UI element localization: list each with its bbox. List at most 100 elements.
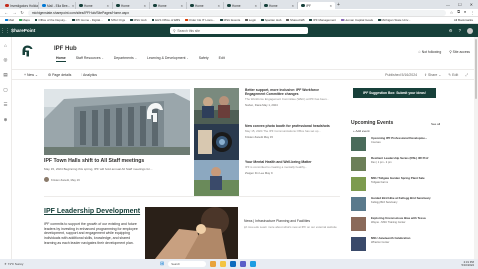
hero-item-title[interactable]: Your Mental Health and Well-being Matter — [245, 160, 340, 164]
site-nav-item[interactable]: Learning & Development⌄ — [147, 56, 189, 62]
hero-item[interactable]: Your Mental Health and Well-being Matter… — [194, 160, 340, 196]
browser-tab[interactable]: Home ✕ — [150, 2, 187, 9]
menu-icon[interactable]: ⋮ — [470, 10, 474, 15]
event-item[interactable]: Guided Bird Hike at Kellogg Bird Sanctua… — [351, 197, 444, 212]
bookmark-item[interactable]: Shared EB — [286, 18, 304, 22]
bookmark-item[interactable]: IPF Management — [309, 18, 336, 22]
event-item[interactable]: Upcoming IPF Professional Developme... Co… — [351, 137, 444, 152]
browser-tab[interactable]: Home ✕ — [224, 2, 261, 9]
browser-tab[interactable]: Home ✕ — [76, 2, 113, 9]
all-bookmarks[interactable]: All Bookmarks — [454, 18, 473, 22]
teams-app-icon[interactable] — [240, 260, 247, 267]
follow-button[interactable]: ☆ Not following — [418, 50, 441, 54]
hero-item-title[interactable]: New convex photo booth for professional … — [245, 124, 340, 128]
browser-tab[interactable]: Home ✕ — [187, 2, 224, 9]
site-nav-item[interactable]: Departments⌄ — [114, 56, 137, 62]
expand-icon[interactable]: ⤢ — [465, 73, 468, 77]
hero-item[interactable]: New convex photo booth for professional … — [194, 124, 340, 160]
tab-close-icon[interactable]: ✕ — [143, 4, 146, 8]
event-item[interactable]: Exploring Unconscious Bias with Tessa Way… — [351, 217, 444, 232]
news-link-title[interactable]: News | Infrastructure Planning and Facil… — [244, 219, 340, 223]
site-access-button[interactable]: ⚲ Site access — [449, 50, 470, 54]
add-icon[interactable]: ⊕ — [4, 117, 8, 123]
start-icon[interactable]: ⊞ — [160, 261, 164, 267]
add-event-button[interactable]: + Add event — [353, 129, 369, 133]
browser-tab[interactable]: IPF ✕ — [298, 2, 335, 9]
tab-close-icon[interactable]: ✕ — [329, 4, 332, 8]
page-details-button[interactable]: ⚙ Page details — [48, 73, 71, 77]
bookmark-item[interactable]: MSU Events — [220, 18, 240, 22]
home-icon[interactable]: ⌂ — [4, 43, 7, 48]
tab-close-icon[interactable]: ✕ — [291, 4, 294, 8]
help-icon[interactable]: ? — [459, 28, 461, 33]
site-title[interactable]: IPF Hub — [54, 46, 77, 52]
site-nav-item[interactable]: Edit — [219, 56, 225, 62]
leadership-title[interactable]: IPF Leadership Development — [44, 208, 140, 215]
site-nav-item[interactable]: Home — [56, 56, 66, 62]
analytics-button[interactable]: ⫶ Analytics — [81, 73, 97, 77]
suggestion-box-button[interactable]: IPF Suggestion Box: Submit your ideas! — [353, 88, 436, 98]
reload-icon[interactable]: ↻ — [20, 10, 24, 15]
hero-item[interactable]: Better support, more inclusive: IPF Work… — [194, 88, 340, 124]
bookmark-item[interactable]: MSU Orgs — [107, 18, 125, 22]
tab-close-icon[interactable]: ✕ — [180, 4, 183, 8]
back-icon[interactable]: ← — [4, 10, 8, 15]
hero-main-image[interactable] — [44, 89, 190, 155]
new-button[interactable]: + New ⌄ — [24, 73, 38, 77]
bookmark-item[interactable]: Human Capital Goals — [341, 18, 373, 22]
bookmark-item[interactable]: Michigan State Univ... — [378, 18, 410, 22]
edit-button[interactable]: ✎ Edit — [448, 73, 458, 77]
events-see-all-link[interactable]: See all — [431, 122, 440, 126]
site-nav-item[interactable]: Staff Resources⌄ — [76, 56, 104, 62]
files-icon[interactable]: ▢ — [3, 87, 7, 93]
browser-tab[interactable]: Mail - Ella Bee... ✕ — [39, 2, 76, 9]
browser-tab[interactable]: Home ✕ — [113, 2, 150, 9]
hero-item-title[interactable]: Better support, more inclusive: IPF Work… — [245, 88, 340, 97]
event-item[interactable]: Resilient Leadership Series (RSL) IIR Pr… — [351, 157, 444, 172]
settings-icon[interactable]: ⚙ — [449, 28, 453, 33]
lists-icon[interactable]: ☰ — [3, 102, 7, 108]
app-name[interactable]: SharePoint — [11, 28, 35, 33]
tab-close-icon[interactable]: ✕ — [254, 4, 257, 8]
event-item[interactable]: MSU Juneteenth Celebration Wharton Center — [351, 237, 444, 252]
share-button[interactable]: ⇪ Share ⌄ — [424, 73, 441, 77]
bookmark-item[interactable]: Login — [245, 18, 256, 22]
globe-icon[interactable]: ◎ — [4, 57, 8, 63]
tab-close-icon[interactable]: ✕ — [106, 4, 109, 8]
event-item[interactable]: MSU Tollgate Garden Spring Plant Sale Tol… — [351, 177, 444, 192]
news-icon[interactable]: ▤ — [3, 72, 7, 78]
browser-tab[interactable]: Investigators Holiday...✕ — [2, 2, 39, 9]
chrome-app-icon[interactable] — [210, 260, 217, 267]
page-scrollbar[interactable] — [474, 37, 478, 259]
close-window-icon[interactable]: ✕ — [470, 2, 473, 7]
tab-close-icon[interactable]: ✕ — [217, 4, 220, 8]
bookmark-item[interactable]: Spartan Hub — [261, 18, 281, 22]
bookmark-item[interactable]: Mail — [5, 18, 14, 22]
bookmark-item[interactable]: Maps — [19, 18, 30, 22]
extensions-icon[interactable]: ⧉ — [457, 10, 460, 15]
site-nav-item[interactable]: Safety — [199, 56, 209, 62]
profile-icon[interactable]: ● — [464, 10, 466, 15]
hero-main-title[interactable]: IPF Town Halls shift to All Staff meetin… — [44, 158, 190, 164]
explorer-app-icon[interactable] — [220, 260, 227, 267]
taskbar-search[interactable]: Search — [168, 260, 207, 267]
taskbar-clock[interactable]: 2:31 PM 5/16/2024 — [462, 260, 474, 268]
scrollbar-thumb[interactable] — [474, 39, 478, 99]
tab-close-icon[interactable]: ✕ — [72, 4, 75, 8]
browser-tab[interactable]: Home ✕ — [261, 2, 298, 9]
bookmark-item[interactable]: IPF Home - Digital... — [72, 18, 103, 22]
outlook-app-icon[interactable] — [230, 260, 237, 267]
site-search-input[interactable]: ⚲ Search this site — [170, 27, 308, 34]
user-avatar[interactable] — [467, 27, 473, 34]
star-icon[interactable]: ☆ — [450, 10, 453, 15]
minimize-icon[interactable]: — — [446, 2, 450, 7]
bookmark-item[interactable]: Office of the Deputy... — [34, 18, 67, 22]
maximize-icon[interactable]: ☐ — [458, 2, 462, 7]
app-launcher-icon[interactable]: ⋮⋮⋮ — [0, 28, 15, 34]
bookmark-item[interactable]: Order Ink IT Lions... — [185, 18, 215, 22]
bookmark-item[interactable]: EHS Office of EBS — [151, 18, 180, 22]
weather-widget[interactable]: ☀ 71°F Sunny — [4, 262, 23, 266]
bookmark-item[interactable]: MSU Hub — [130, 18, 147, 22]
new-tab-button[interactable]: + — [337, 2, 340, 8]
url-field[interactable]: michigenstate.sharepoint.com/sites/IPFHu… — [27, 9, 446, 16]
